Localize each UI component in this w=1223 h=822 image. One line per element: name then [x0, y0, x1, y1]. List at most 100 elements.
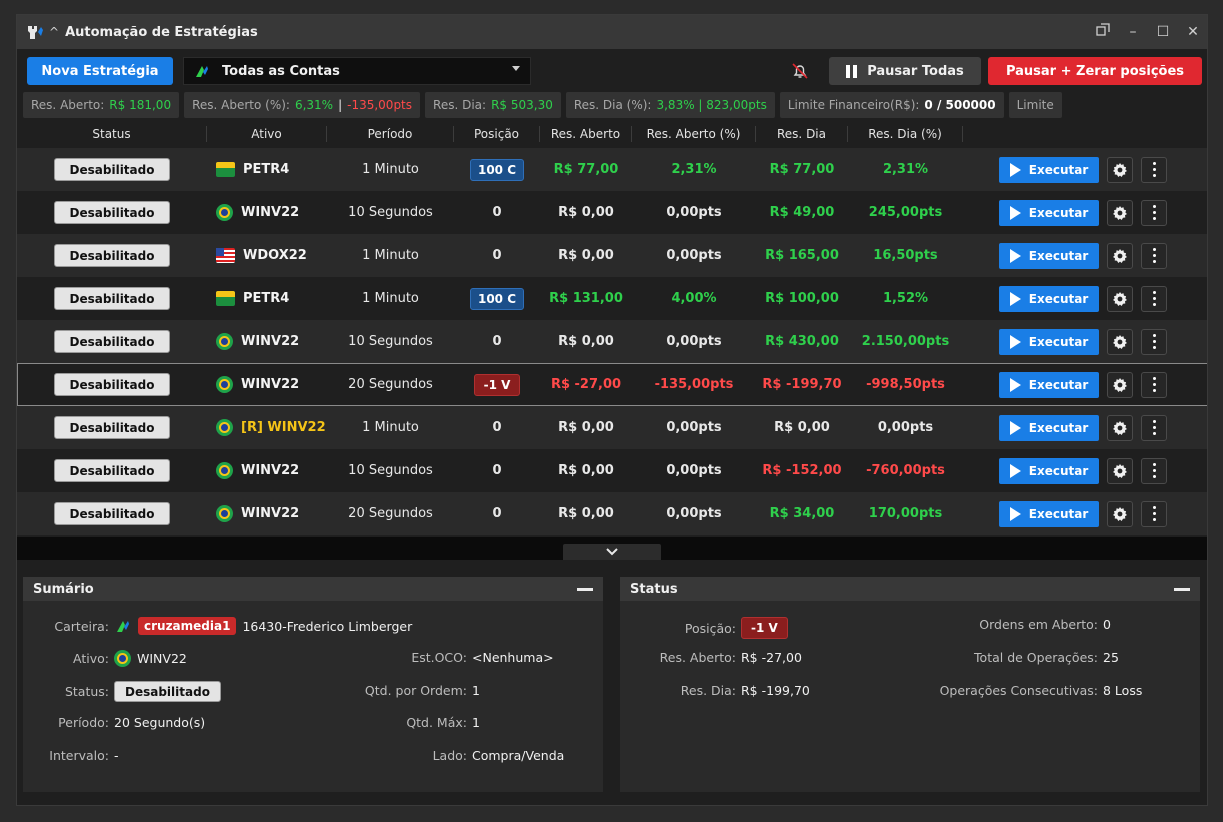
settings-button[interactable]: [1107, 242, 1133, 269]
minimize-icon[interactable]: –: [1125, 24, 1141, 40]
settings-button[interactable]: [1107, 500, 1133, 527]
asset-symbol: PETR4: [243, 162, 290, 177]
status-toggle-button[interactable]: Desabilitado: [114, 681, 221, 702]
asset-symbol: [R] WINV22: [241, 420, 326, 435]
column-header[interactable]: Res. Dia: [756, 126, 848, 142]
account-logo-icon: [194, 63, 210, 79]
settings-button[interactable]: [1107, 371, 1133, 398]
kebab-menu-icon: [1152, 463, 1156, 478]
settings-button[interactable]: [1107, 285, 1133, 312]
day-result: R$ 34,00: [769, 506, 835, 521]
settings-button[interactable]: [1107, 328, 1133, 355]
execute-button[interactable]: Executar: [999, 242, 1099, 269]
panel-splitter[interactable]: [17, 537, 1207, 560]
status-toggle-button[interactable]: Desabilitado: [54, 158, 170, 181]
pause-all-button[interactable]: Pausar Todas: [829, 57, 981, 85]
day-result: R$ 100,00: [765, 291, 839, 306]
status-toggle-button[interactable]: Desabilitado: [54, 416, 170, 439]
settings-button[interactable]: [1107, 414, 1133, 441]
settings-button[interactable]: [1107, 457, 1133, 484]
table-row[interactable]: Desabilitado WINV22 20 Segundos 0 R$ 0,00 0,0…: [17, 492, 1207, 535]
ativo-row: Ativo: WINV22: [23, 650, 187, 667]
period-value: 1 Minuto: [362, 420, 419, 435]
gear-icon: [1112, 205, 1128, 221]
more-options-button[interactable]: [1141, 242, 1167, 269]
account-select[interactable]: Todas as Contas: [183, 57, 531, 85]
status-toggle-button[interactable]: Desabilitado: [54, 459, 170, 482]
column-header[interactable]: Ativo: [207, 126, 327, 142]
table-row[interactable]: Desabilitado PETR4 1 Minuto 100 C R$ 131,00 4…: [17, 277, 1207, 320]
qtd-max-row: Qtd. Máx: 1: [313, 715, 480, 730]
more-options-button[interactable]: [1141, 199, 1167, 226]
ordens-row: Ordens em Aberto: 0: [870, 617, 1111, 632]
more-options-button[interactable]: [1141, 371, 1167, 398]
execute-button[interactable]: Executar: [999, 199, 1099, 226]
table-row[interactable]: Desabilitado [R] WINV22 1 Minuto 0 R$ 0,00 0,…: [17, 406, 1207, 449]
new-strategy-button[interactable]: Nova Estratégia: [27, 57, 173, 85]
status-toggle-button[interactable]: Desabilitado: [54, 244, 170, 267]
status-toggle-button[interactable]: Desabilitado: [54, 373, 170, 396]
column-header[interactable]: Período: [327, 126, 454, 142]
popout-icon[interactable]: [1095, 23, 1111, 41]
status-toggle-button[interactable]: Desabilitado: [54, 201, 170, 224]
bell-off-icon[interactable]: [790, 61, 810, 81]
open-result-pct: 4,00%: [671, 291, 717, 306]
execute-label: Executar: [1028, 377, 1089, 392]
res-dia-row: Res. Dia: R$ -199,70: [620, 683, 810, 698]
period-value: 10 Segundos: [348, 463, 433, 478]
table-row[interactable]: Desabilitado WINV22 10 Segundos 0 R$ 0,00 0,0…: [17, 449, 1207, 492]
execute-button[interactable]: Executar: [999, 500, 1099, 527]
execute-button[interactable]: Executar: [999, 414, 1099, 441]
settings-button[interactable]: [1107, 199, 1133, 226]
open-result-pct: 0,00pts: [666, 420, 722, 435]
summary-panel: Sumário Carteira: cruzamedia1 16430-Fred…: [23, 577, 603, 792]
column-header[interactable]: Status: [17, 126, 207, 142]
day-result: R$ -199,70: [762, 377, 842, 392]
execute-button[interactable]: Executar: [999, 285, 1099, 312]
table-row[interactable]: Desabilitado PETR4 1 Minuto 100 C R$ 77,00 2,…: [17, 148, 1207, 191]
posicao-label: Posição:: [684, 620, 736, 636]
expand-panel-button[interactable]: [563, 544, 661, 560]
execute-button[interactable]: Executar: [999, 371, 1099, 398]
status-toggle-button[interactable]: Desabilitado: [54, 287, 170, 310]
more-options-button[interactable]: [1141, 500, 1167, 527]
status-toggle-button[interactable]: Desabilitado: [54, 502, 170, 525]
day-result: R$ 165,00: [765, 248, 839, 263]
asset-symbol: WDOX22: [243, 248, 307, 263]
table-row[interactable]: Desabilitado WINV22 20 Segundos -1 V R$ -27,…: [17, 363, 1207, 406]
column-header[interactable]: Posição: [454, 126, 540, 142]
more-options-button[interactable]: [1141, 156, 1167, 183]
title-bar: ^ Automação de Estratégias – ☐ ✕: [17, 15, 1207, 49]
settings-button[interactable]: [1107, 156, 1133, 183]
table-row[interactable]: Desabilitado WINV22 10 Segundos 0 R$ 0,00 0,0…: [17, 191, 1207, 234]
execute-button[interactable]: Executar: [999, 328, 1099, 355]
day-result-pct: 0,00pts: [877, 420, 934, 435]
table-row[interactable]: Desabilitado WDOX22 1 Minuto 0 R$ 0,00 0,00pt…: [17, 234, 1207, 277]
table-row[interactable]: Desabilitado WINV22 10 Segundos 0 R$ 0,00 0,0…: [17, 320, 1207, 363]
more-options-button[interactable]: [1141, 285, 1167, 312]
column-header[interactable]: Res. Aberto: [540, 126, 632, 142]
day-result-pct: 170,00pts: [868, 506, 943, 521]
open-result: R$ 0,00: [558, 248, 614, 263]
execute-button[interactable]: Executar: [999, 156, 1099, 183]
column-header[interactable]: Res. Dia (%): [848, 126, 963, 142]
more-options-button[interactable]: [1141, 328, 1167, 355]
collapse-icon[interactable]: ^: [49, 25, 59, 39]
play-icon: [1009, 291, 1021, 306]
minimize-panel-icon[interactable]: [1174, 587, 1190, 591]
status-row: Status: Desabilitado: [23, 681, 221, 702]
stat-limite-financeiro: Limite Financeiro(R$): 0 / 500000: [779, 92, 1004, 118]
period-value: 20 Segundos: [348, 506, 433, 521]
more-options-button[interactable]: [1141, 414, 1167, 441]
execute-button[interactable]: Executar: [999, 457, 1099, 484]
close-icon[interactable]: ✕: [1185, 24, 1201, 40]
column-header[interactable]: Res. Aberto (%): [632, 126, 756, 142]
open-result-pct: 2,31%: [671, 162, 717, 177]
maximize-icon[interactable]: ☐: [1155, 24, 1171, 40]
pause-and-zero-button[interactable]: Pausar + Zerar posições: [988, 57, 1202, 85]
minimize-panel-icon[interactable]: [577, 587, 593, 591]
status-toggle-button[interactable]: Desabilitado: [54, 330, 170, 353]
day-result: R$ 77,00: [769, 162, 835, 177]
more-options-button[interactable]: [1141, 457, 1167, 484]
app-logo-icon: [26, 22, 46, 42]
